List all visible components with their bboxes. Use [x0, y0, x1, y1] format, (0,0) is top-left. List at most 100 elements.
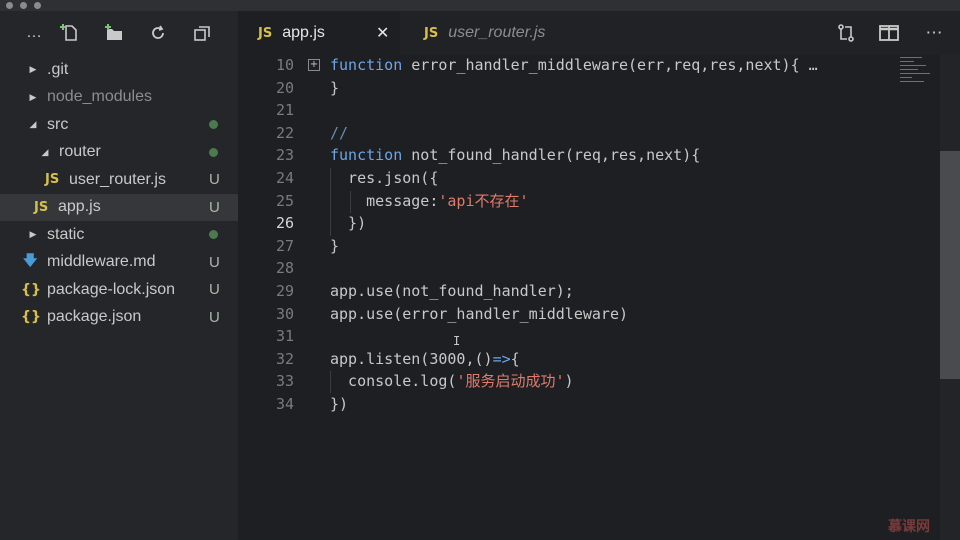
line-number: 24 [275, 169, 294, 187]
tree-item-package-json[interactable]: {} package.json U [0, 304, 238, 331]
vertical-scrollbar[interactable] [940, 55, 960, 540]
code-line[interactable]: 22 // [238, 122, 940, 145]
fold-expand-icon[interactable]: + [308, 59, 320, 71]
json-file-icon: {} [21, 309, 41, 325]
chevron-right-icon: ▶ [29, 91, 37, 102]
compare-icon[interactable] [834, 11, 858, 55]
code-text: app.use(error_handler_middleware) [330, 304, 629, 323]
tree-item-label: node_modules [47, 88, 152, 105]
line-number: 34 [275, 395, 294, 413]
tree-item-label: .git [47, 60, 69, 78]
code-text: // [330, 123, 349, 142]
line-number: 26 [275, 214, 294, 233]
tab-label: app.js [282, 24, 325, 41]
code-line[interactable]: 29 app.use(not_found_handler); [238, 280, 940, 303]
code-text: function not_found_handler(req,res,next)… [330, 146, 701, 165]
code-line[interactable]: 21 [238, 99, 940, 122]
code-text: app.listen(3000,()=>{ [330, 349, 520, 368]
code-line[interactable]: 30 app.use(error_handler_middleware) [238, 303, 940, 326]
zoom-window-dot[interactable] [34, 2, 41, 9]
modified-dot [209, 147, 218, 157]
tree-item-node-modules[interactable]: ▶ node_modules [0, 84, 238, 111]
modified-dot [209, 230, 218, 239]
close-icon[interactable]: ✕ [376, 23, 389, 43]
line-number: 22 [275, 123, 294, 142]
tree-item-label: package-lock.json [47, 280, 176, 298]
code-line[interactable]: 31 [238, 325, 940, 348]
scrollbar-thumb[interactable] [940, 151, 960, 379]
tree-item-label: user_router.js [69, 170, 166, 188]
line-number: 21 [275, 101, 294, 120]
code-line[interactable]: 28 [238, 257, 940, 280]
tab-app-js[interactable]: JS app.js ✕ [238, 11, 400, 55]
code-text: } [330, 236, 340, 255]
chevron-down-icon: ◢ [41, 146, 49, 157]
tree-item-app-js[interactable]: JS app.js U [0, 193, 238, 221]
code-line[interactable]: 25 message:'api不存在' [238, 190, 940, 213]
line-number: 27 [275, 236, 294, 255]
code-line[interactable]: 26 }) [238, 212, 940, 235]
new-file-icon[interactable] [58, 11, 82, 55]
chevron-right-icon: ▶ [29, 64, 37, 74]
refresh-icon[interactable] [146, 11, 170, 55]
tree-item-label: middleware.md [47, 253, 156, 270]
tree-item-src[interactable]: ◢ src [0, 111, 238, 138]
code-line[interactable]: 23 function not_found_handler(req,res,nex… [238, 144, 940, 167]
minimize-window-dot[interactable] [20, 2, 27, 9]
markdown-file-icon: 🡇 [23, 253, 38, 269]
tree-item-user-router-js[interactable]: JS user_router.js U [0, 166, 238, 193]
tree-item-router[interactable]: ◢ router [0, 139, 238, 166]
modified-dot [209, 120, 218, 129]
json-file-icon: {} [21, 281, 41, 298]
collapse-all-icon[interactable] [190, 11, 214, 55]
tree-item-label: app.js [58, 198, 101, 215]
line-number: 30 [275, 304, 294, 323]
line-number: 23 [275, 146, 294, 165]
code-line[interactable]: 20} [238, 77, 940, 100]
code-text: console.log('服务启动成功') [330, 372, 574, 391]
line-number: 25 [275, 191, 294, 210]
close-window-dot[interactable] [6, 2, 13, 9]
line-number: 33 [275, 372, 294, 391]
chevron-right-icon: ▶ [29, 229, 37, 239]
code-text: message:'api不存在' [330, 191, 529, 210]
chevron-down-icon: ◢ [29, 119, 37, 129]
new-folder-icon[interactable] [102, 11, 126, 55]
tree-item-static[interactable]: ▶ static [0, 221, 238, 248]
untracked-badge: U [209, 281, 220, 298]
tree-item-label: static [47, 225, 85, 243]
untracked-badge: U [209, 198, 220, 216]
code-text: function error_handler_middleware(err,re… [330, 56, 818, 74]
tree-item-label: src [47, 115, 69, 133]
code-text: }) [330, 395, 349, 413]
tree-item-middleware-md[interactable]: 🡇 middleware.md U [0, 249, 238, 276]
minimap[interactable] [900, 55, 940, 115]
more-actions-icon[interactable]: ⋯ [922, 11, 946, 55]
code-text: } [330, 78, 340, 97]
code-line[interactable]: 24 res.json({ [238, 167, 940, 190]
line-number: 32 [275, 349, 294, 368]
line-number: 10 [275, 56, 294, 74]
mouse-cursor-icon: I [453, 334, 461, 348]
tree-item-git[interactable]: ▶ .git [0, 56, 238, 83]
more-icon[interactable]: … [22, 11, 46, 55]
line-number: 20 [275, 78, 294, 97]
code-line[interactable]: 34}) [238, 393, 940, 416]
code-line[interactable]: 27} [238, 235, 940, 258]
code-line[interactable]: 10 + function error_handler_middleware(err… [238, 54, 940, 77]
code-text: app.use(not_found_handler); [330, 282, 574, 300]
code-line[interactable]: 32 app.listen(3000,()=>{ [238, 348, 940, 371]
code-editor[interactable]: 10 + function error_handler_middleware(err… [238, 55, 940, 540]
split-editor-icon[interactable] [877, 11, 901, 55]
tab-user-router-js[interactable]: JS user_router.js [404, 11, 590, 55]
tree-item-label: package.json [47, 308, 142, 325]
code-line[interactable]: 33 console.log('服务启动成功') [238, 370, 940, 393]
line-number: 28 [275, 259, 294, 278]
js-file-icon: JS [45, 172, 60, 187]
js-file-icon: JS [258, 25, 273, 41]
line-number: 29 [275, 282, 294, 300]
line-number: 31 [275, 327, 294, 346]
tree-item-package-lock-json[interactable]: {} package-lock.json U [0, 276, 238, 303]
untracked-badge: U [209, 308, 220, 326]
tab-label: user_router.js [448, 24, 546, 41]
